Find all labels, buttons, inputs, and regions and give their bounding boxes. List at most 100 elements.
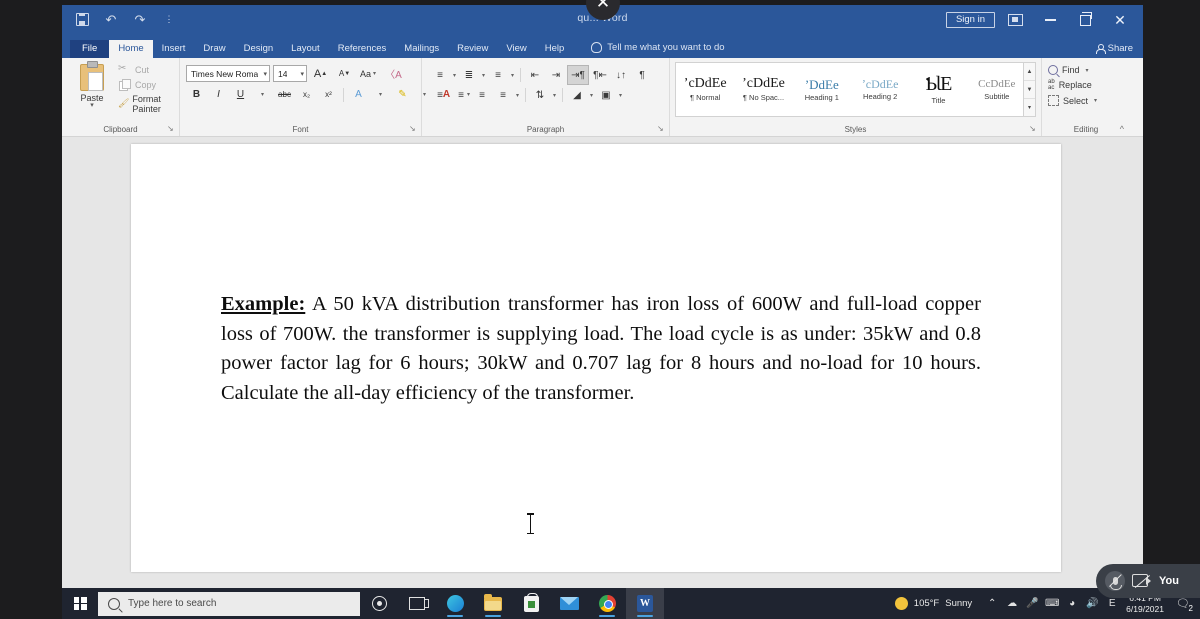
styles-scroll-down-icon[interactable]: ▼ — [1024, 80, 1035, 98]
italic-button[interactable]: I — [208, 86, 229, 103]
style-normal[interactable]: ʼcDdEe ¶ Normal — [676, 63, 734, 116]
numbering-chevron-down-icon[interactable]: ▾ — [480, 72, 487, 79]
numbering-icon[interactable]: ≣ — [459, 66, 479, 84]
tab-review[interactable]: Review — [448, 40, 497, 59]
copy-button[interactable]: Copy — [118, 79, 179, 91]
keyboard-icon[interactable]: ⌨ — [1042, 588, 1062, 619]
shrink-font-button[interactable]: A ▼ — [334, 65, 355, 82]
tab-mailings[interactable]: Mailings — [395, 40, 448, 59]
subscript-button[interactable]: x₂ — [296, 86, 317, 103]
ribbon-display-options-icon[interactable] — [1000, 9, 1030, 31]
taskbar-app-chrome[interactable] — [588, 588, 626, 619]
taskbar-app-store[interactable] — [512, 588, 550, 619]
document-paragraph[interactable]: Example: A 50 kVA distribution transform… — [221, 290, 981, 408]
bullets-chevron-down-icon[interactable]: ▾ — [451, 72, 458, 79]
style-no-spacing[interactable]: ʼcDdEe ¶ No Spac... — [734, 63, 792, 116]
document-canvas[interactable]: Example: A 50 kVA distribution transform… — [62, 137, 1143, 590]
tab-layout[interactable]: Layout — [282, 40, 329, 59]
align-center-icon[interactable]: ≡ — [451, 86, 471, 104]
paste-button[interactable]: Paste ▾ — [70, 61, 114, 109]
select-chevron-down-icon[interactable]: ▾ — [1092, 97, 1099, 104]
text-effects-button[interactable]: A — [348, 86, 369, 103]
collapse-ribbon-icon[interactable]: ^ — [1120, 124, 1124, 134]
windows-start-icon[interactable] — [62, 588, 98, 619]
change-case-button[interactable]: Aa ▾ — [358, 65, 380, 82]
chevron-down-icon[interactable]: ▾ — [70, 102, 114, 109]
find-button[interactable]: Find ▾ — [1048, 65, 1099, 75]
taskbar-search-input[interactable]: Type here to search — [98, 591, 360, 616]
tab-insert[interactable]: Insert — [153, 40, 195, 59]
style-heading-2[interactable]: ʼcDdEe Heading 2 — [851, 63, 909, 116]
task-view-icon[interactable] — [398, 588, 436, 619]
tray-expand-icon[interactable]: ⌃ — [982, 588, 1002, 619]
sort-icon[interactable]: ↓↑ — [611, 66, 631, 84]
font-name-combo[interactable]: Times New Roma ▾ — [186, 65, 270, 82]
close-icon[interactable]: ✕ — [1105, 9, 1135, 31]
justify-icon[interactable]: ≡ — [493, 86, 513, 104]
line-spacing-icon[interactable]: ⇅ — [530, 86, 550, 104]
select-button[interactable]: Select ▾ — [1048, 95, 1099, 106]
document-page[interactable]: Example: A 50 kVA distribution transform… — [131, 144, 1061, 572]
clipboard-dialog-launcher[interactable]: ↘ — [167, 125, 175, 133]
microphone-muted-icon[interactable] — [1105, 571, 1125, 591]
tab-help[interactable]: Help — [536, 40, 574, 59]
styles-dialog-launcher[interactable]: ↘ — [1029, 125, 1037, 133]
justify-chevron-down-icon[interactable]: ▾ — [514, 92, 521, 99]
bullets-icon[interactable]: ≡ — [430, 66, 450, 84]
align-right-icon[interactable]: ≡ — [472, 86, 492, 104]
camera-off-icon[interactable] — [1132, 574, 1152, 589]
right-to-left-icon[interactable]: ¶⇤ — [590, 66, 610, 84]
multilevel-list-icon[interactable]: ≡ — [488, 66, 508, 84]
multilevel-chevron-down-icon[interactable]: ▾ — [509, 72, 516, 79]
increase-indent-icon[interactable]: ⇥ — [546, 66, 566, 84]
borders-chevron-down-icon[interactable]: ▾ — [617, 92, 624, 99]
tell-me-search[interactable]: Tell me what you want to do — [591, 42, 725, 58]
wifi-icon[interactable]: ◕ — [1062, 588, 1082, 619]
share-button[interactable]: Share — [1095, 43, 1133, 54]
font-size-combo[interactable]: 14 ▾ — [273, 65, 307, 82]
style-title[interactable]: ƄƖE Title — [909, 63, 967, 116]
superscript-button[interactable]: x² — [318, 86, 339, 103]
find-chevron-down-icon[interactable]: ▾ — [1084, 67, 1091, 74]
taskbar-app-edge[interactable] — [436, 588, 474, 619]
highlight-icon[interactable]: ✎ — [392, 86, 413, 103]
volume-icon[interactable]: 🔊 — [1082, 588, 1102, 619]
grow-font-button[interactable]: A ▲ — [310, 65, 331, 82]
shading-chevron-down-icon[interactable]: ▾ — [588, 92, 595, 99]
underline-chevron-down-icon[interactable]: ▾ — [252, 86, 273, 103]
cortana-icon[interactable] — [360, 588, 398, 619]
tab-draw[interactable]: Draw — [194, 40, 234, 59]
align-left-icon[interactable]: ≡ — [430, 86, 450, 104]
styles-more-icon[interactable]: ▾ — [1024, 98, 1035, 116]
strikethrough-button[interactable]: abc — [274, 86, 295, 103]
meeting-self-view-overlay[interactable]: You — [1096, 564, 1200, 598]
restore-icon[interactable] — [1070, 9, 1100, 31]
bold-button[interactable]: B — [186, 86, 207, 103]
shading-icon[interactable]: ◢ — [567, 86, 587, 104]
sign-in-button[interactable]: Sign in — [945, 11, 995, 29]
paragraph-dialog-launcher[interactable]: ↘ — [657, 125, 665, 133]
styles-scroll-up-icon[interactable]: ▲ — [1024, 63, 1035, 80]
tab-view[interactable]: View — [497, 40, 535, 59]
text-effects-chevron-down-icon[interactable]: ▾ — [370, 86, 391, 103]
font-dialog-launcher[interactable]: ↘ — [409, 125, 417, 133]
tab-design[interactable]: Design — [235, 40, 283, 59]
onedrive-icon[interactable]: ☁ — [1002, 588, 1022, 619]
left-to-right-icon[interactable]: ⇥¶ — [567, 65, 589, 85]
borders-icon[interactable]: ▣ — [596, 86, 616, 104]
tab-file[interactable]: File — [70, 39, 110, 58]
style-heading-1[interactable]: ʼDdEe Heading 1 — [793, 63, 851, 116]
tab-home[interactable]: Home — [109, 39, 153, 58]
style-subtitle[interactable]: CcDdEe Subtitle — [968, 63, 1026, 116]
clear-formatting-icon[interactable]: 〈A — [383, 65, 404, 82]
underline-button[interactable]: U — [230, 86, 251, 103]
show-formatting-marks-icon[interactable]: ¶ — [632, 66, 652, 84]
taskbar-app-word[interactable]: W — [626, 588, 664, 619]
decrease-indent-icon[interactable]: ⇤ — [525, 66, 545, 84]
cut-button[interactable]: Cut — [118, 63, 179, 76]
format-painter-button[interactable]: Format Painter — [118, 94, 179, 114]
replace-button[interactable]: ab ac Replace — [1048, 79, 1099, 91]
minimize-icon[interactable] — [1035, 9, 1065, 31]
weather-widget[interactable]: 105°F Sunny — [894, 597, 972, 610]
taskbar-app-mail[interactable] — [550, 588, 588, 619]
